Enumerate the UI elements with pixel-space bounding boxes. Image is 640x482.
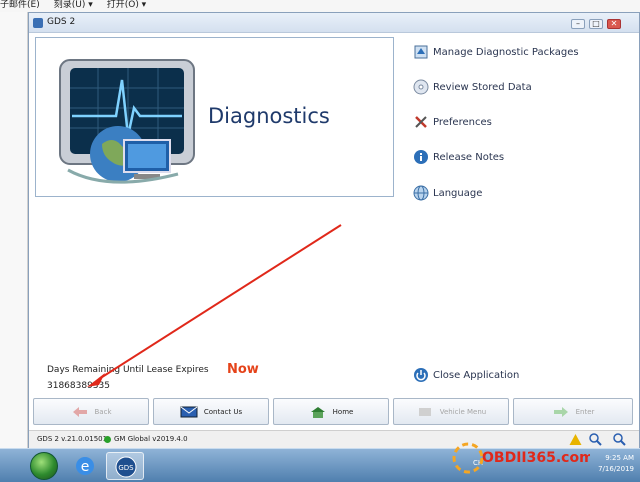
internet-explorer-icon: e xyxy=(76,457,94,475)
contact-us-button[interactable]: Contact Us xyxy=(153,398,269,425)
host-menu-open[interactable]: 打开(O) ▾ xyxy=(107,0,147,12)
tray-date: 7/16/2019 xyxy=(598,465,634,473)
menu-item-label: Manage Diagnostic Packages xyxy=(433,46,579,58)
disc-icon xyxy=(413,79,429,95)
diagnostics-banner: Diagnostics xyxy=(35,37,394,197)
lease-days-value: 31868389335 xyxy=(47,381,110,391)
envelope-icon xyxy=(180,406,198,417)
zoom-out-icon[interactable] xyxy=(613,433,626,446)
enter-label: Enter xyxy=(575,407,595,416)
svg-text:GDS: GDS xyxy=(118,464,134,472)
version-text: GDS 2 v.21.0.01501 xyxy=(37,435,108,443)
menu-release-notes[interactable]: Release Notes xyxy=(413,148,504,166)
tools-icon xyxy=(415,116,427,128)
back-button-label: Back xyxy=(94,407,112,416)
menu-close-application[interactable]: Close Application xyxy=(413,366,519,384)
host-menu-email[interactable]: 子邮件(E) xyxy=(0,0,40,12)
menu-language[interactable]: Language xyxy=(413,184,482,202)
menu-item-label: Release Notes xyxy=(433,151,505,163)
lease-label: Days Remaining Until Lease Expires xyxy=(47,365,209,375)
taskbar-gds[interactable]: GDS xyxy=(106,452,144,480)
vehicle-menu-icon xyxy=(418,407,431,416)
home-button[interactable]: Home xyxy=(273,398,389,425)
close-window-button[interactable]: ✕ xyxy=(607,19,621,29)
host-side-panel xyxy=(0,12,28,448)
vehicle-menu-label: Vehicle Menu xyxy=(439,407,487,416)
menu-item-label: Close Application xyxy=(433,369,520,381)
navigation-button-bar: Back Contact Us Home Vehicle Menu Enter xyxy=(33,398,637,426)
enter-button[interactable]: Enter xyxy=(513,398,633,425)
power-icon xyxy=(414,368,428,382)
start-button[interactable] xyxy=(30,452,58,480)
package-icon xyxy=(414,45,428,59)
back-arrow-icon xyxy=(72,406,87,417)
svg-text:e: e xyxy=(81,459,90,475)
connection-status-icon xyxy=(104,436,111,443)
home-icon xyxy=(310,406,325,418)
gds-app-icon xyxy=(33,18,43,28)
diagnostics-monitor-icon xyxy=(59,59,195,184)
back-button[interactable]: Back xyxy=(33,398,149,425)
vehicle-menu-button[interactable]: Vehicle Menu xyxy=(393,398,509,425)
banner-title: Diagnostics xyxy=(208,104,330,128)
gds-taskbar-icon: GDS xyxy=(115,456,137,478)
maximize-button[interactable]: □ xyxy=(589,19,603,29)
menu-item-label: Preferences xyxy=(433,116,492,128)
minimize-button[interactable]: – xyxy=(571,19,585,29)
host-menu-burn[interactable]: 刻录(U) ▾ xyxy=(54,0,93,12)
menu-item-label: Review Stored Data xyxy=(433,81,532,93)
svg-text:OBDII365.com: OBDII365.com xyxy=(482,450,590,466)
menu-item-label: Language xyxy=(433,187,483,199)
obdii365-watermark: OBDII365.com xyxy=(452,442,590,474)
window-title: GDS 2 xyxy=(47,17,76,27)
now-annotation: Now xyxy=(227,362,259,377)
home-label: Home xyxy=(332,407,354,416)
host-menu-bar: 子邮件(E) 刻录(U) ▾ 打开(O) ▾ xyxy=(0,0,640,12)
contact-us-label: Contact Us xyxy=(203,407,243,416)
tray-time: 9:25 AM xyxy=(605,454,634,462)
zoom-in-icon[interactable] xyxy=(589,433,602,446)
tray-clock[interactable]: 9:25 AM 7/16/2019 xyxy=(590,453,634,475)
menu-review-stored-data[interactable]: Review Stored Data xyxy=(413,78,532,96)
window-titlebar[interactable]: GDS 2 – □ ✕ xyxy=(29,13,639,33)
menu-preferences[interactable]: Preferences xyxy=(413,113,492,131)
gm-global-text: GM Global v2019.4.0 xyxy=(114,435,188,443)
enter-arrow-icon xyxy=(553,406,568,417)
taskbar-ie[interactable]: e xyxy=(66,452,104,480)
info-icon xyxy=(414,150,428,164)
globe-icon xyxy=(413,185,429,201)
menu-manage-packages[interactable]: Manage Diagnostic Packages xyxy=(413,43,579,61)
gds-window: GDS 2 – □ ✕ Diagnostics Manage Diagnosti… xyxy=(28,12,640,448)
